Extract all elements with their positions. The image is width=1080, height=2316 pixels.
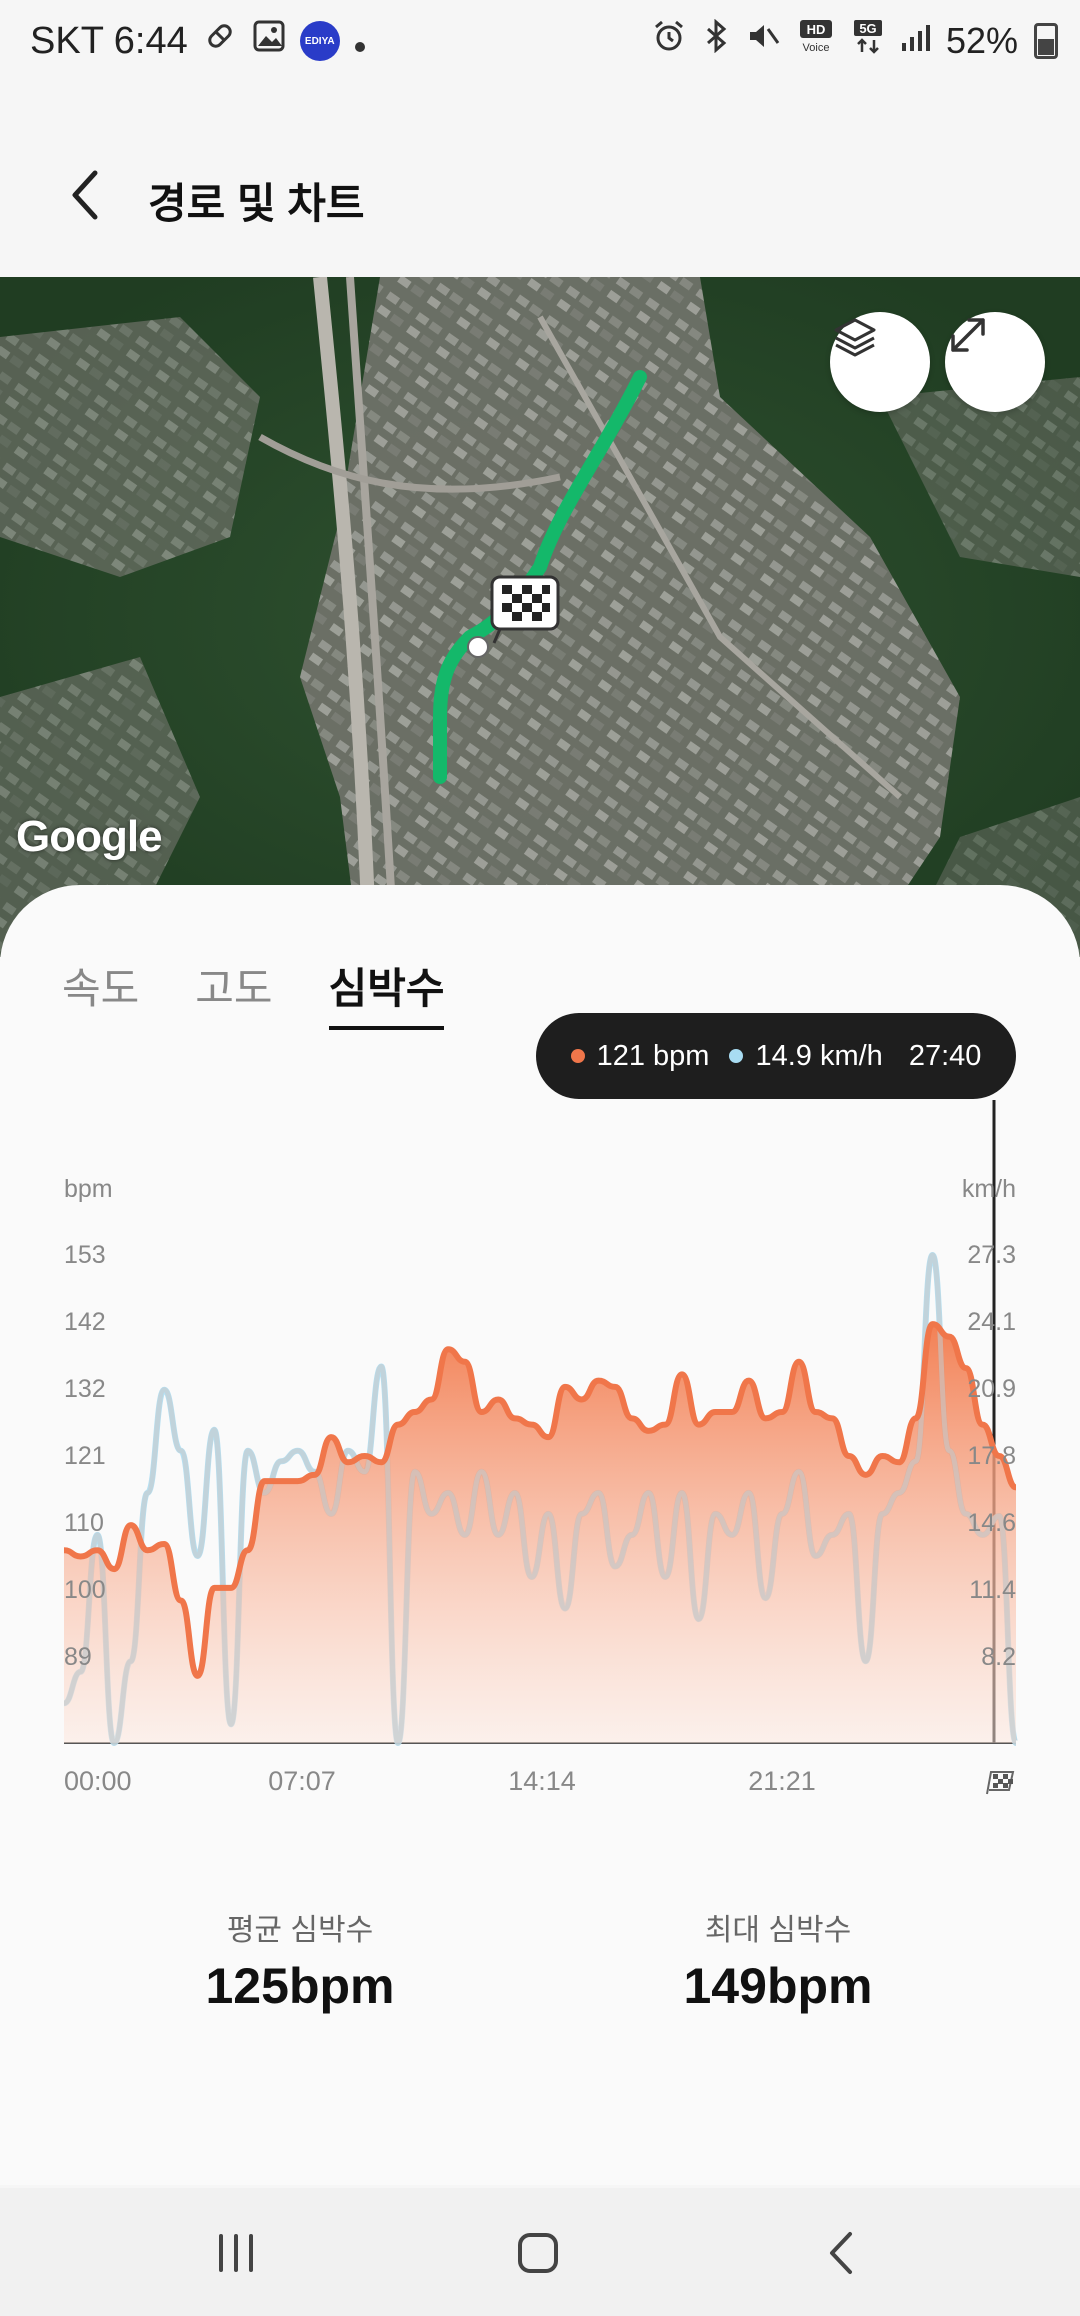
y-tick-right: 20.9 [967, 1375, 1016, 1403]
finish-flag-square [998, 1779, 1003, 1784]
signal-icon [900, 20, 930, 62]
x-tick-label: 07:07 [268, 1766, 336, 1796]
y-tick-left: 110 [64, 1509, 104, 1537]
max-heart-rate: 최대 심박수 149bpm [578, 1905, 978, 2015]
avg-heart-rate: 평균 심박수 125bpm [100, 1905, 500, 2015]
map-layers-button[interactable] [830, 312, 930, 412]
expand-icon [951, 318, 985, 352]
y-tick-left: 132 [64, 1375, 106, 1403]
y-tick-right: 11.4 [969, 1576, 1016, 1604]
avg-heart-rate-label: 평균 심박수 [226, 1914, 374, 1947]
y-tick-left: 100 [64, 1576, 106, 1604]
app-header: 경로 및 차트 [0, 130, 1080, 260]
max-heart-rate-label: 최대 심박수 [704, 1914, 852, 1947]
layers-icon [834, 318, 876, 357]
y-tick-right: 8.2 [981, 1643, 1016, 1671]
page-title: 경로 및 차트 [148, 180, 365, 227]
y-tick-right: 14.6 [967, 1509, 1016, 1537]
y-tick-left: 142 [64, 1308, 106, 1336]
y-axis-left-label: bpm [64, 1175, 113, 1203]
svg-text:Voice: Voice [802, 42, 829, 54]
notification-dot-icon [354, 20, 366, 63]
y-axis-right-label: km/h [962, 1175, 1016, 1203]
back-chevron-icon [830, 2232, 852, 2274]
y-tick-right: 24.1 [967, 1308, 1016, 1336]
avg-heart-rate-value: 125 [205, 1958, 289, 2014]
battery-icon [1034, 22, 1058, 59]
finish-flag-square [1003, 1774, 1008, 1779]
finish-flag-square [1008, 1779, 1013, 1784]
max-heart-rate-value: 149 [683, 1958, 767, 2014]
svg-text:5G: 5G [859, 21, 876, 36]
finish-flag-square [993, 1774, 998, 1779]
expand-map-button[interactable] [945, 312, 1045, 412]
pill-icon [202, 18, 238, 64]
recent-apps-button[interactable] [196, 2218, 276, 2288]
y-tick-left: 121 [64, 1442, 106, 1470]
finish-flag-square [1003, 1783, 1008, 1788]
system-back-button[interactable] [802, 2218, 882, 2288]
chevron-left-icon [72, 170, 98, 220]
hd-voice-icon: HD Voice [796, 18, 836, 63]
x-tick-label: 00:00 [64, 1766, 132, 1796]
status-bar: SKT 6:44 EDIYA HD Voice 5G 52% [0, 0, 1080, 82]
carrier-time: SKT 6:44 [30, 19, 188, 62]
y-tick-right: 17.8 [967, 1442, 1016, 1470]
max-heart-rate-unit: bpm [766, 1958, 873, 2014]
y-tick-right: 27.3 [967, 1241, 1016, 1269]
mute-icon [746, 19, 780, 62]
x-tick-label: 21:21 [748, 1766, 816, 1796]
finish-flag-square [993, 1783, 998, 1788]
y-tick-left: 153 [64, 1241, 106, 1269]
avg-heart-rate-unit: bpm [288, 1958, 395, 2014]
google-attribution: Google [16, 812, 163, 861]
5g-icon: 5G [852, 18, 884, 63]
svg-text:HD: HD [807, 22, 826, 37]
x-tick-label: 14:14 [508, 1766, 576, 1796]
gallery-icon [252, 19, 286, 63]
alarm-icon [652, 19, 686, 62]
battery-percent: 52% [945, 19, 1018, 61]
home-button[interactable] [498, 2218, 578, 2288]
ediya-app-icon: EDIYA [299, 21, 340, 61]
bluetooth-icon [702, 18, 730, 62]
home-icon [518, 2233, 558, 2273]
finish-flag-icon [986, 1771, 1015, 1795]
max-heart-rate-value-row: 149bpm [578, 1957, 978, 2015]
heart-rate-chart[interactable]: bpm km/h 153 142 132 121 110 100 89 27.3 24.1 20.9 1… [0, 885, 1080, 1845]
route-map[interactable]: Google [0, 277, 1080, 957]
chart-sheet: 속도 고도 심박수 121 bpm 14.9 km/h 27:40 bpm km/… [0, 885, 1080, 2185]
y-tick-left: 89 [64, 1643, 92, 1671]
back-button[interactable] [50, 160, 120, 230]
recent-apps-icon [219, 2234, 253, 2272]
avg-heart-rate-value-row: 125bpm [100, 1957, 500, 2015]
system-nav-bar [0, 2188, 1080, 2316]
